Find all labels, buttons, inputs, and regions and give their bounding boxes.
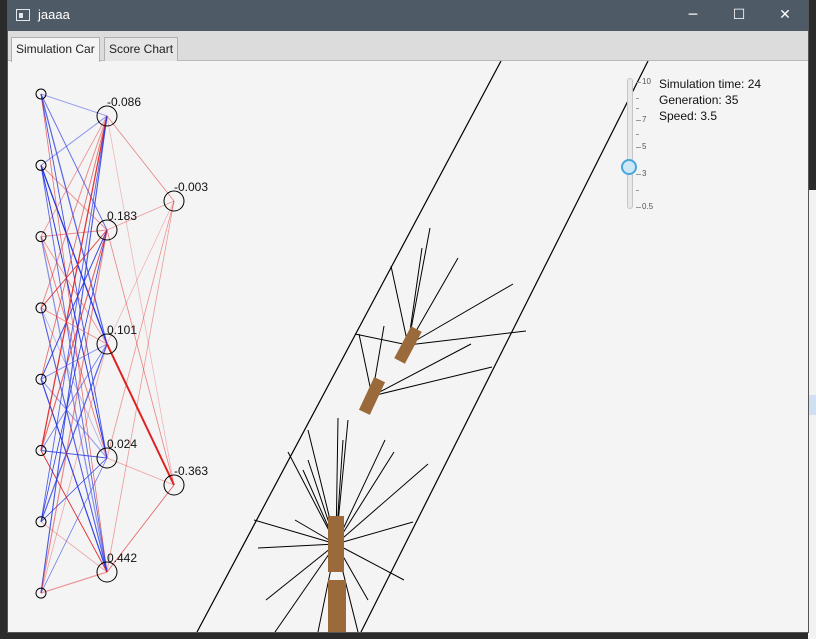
background-window-highlight bbox=[808, 395, 816, 415]
slider-tick bbox=[636, 190, 639, 191]
tab-simulation-car[interactable]: Simulation Car bbox=[11, 37, 100, 62]
simulation-time-text: Simulation time: 24 bbox=[659, 77, 762, 91]
car-sensors bbox=[253, 227, 527, 632]
window-title: jaaaa bbox=[38, 7, 70, 22]
slider-tick bbox=[636, 98, 639, 99]
network-connection bbox=[106, 115, 175, 202]
tab-score-chart[interactable]: Score Chart bbox=[104, 37, 179, 61]
network-connection bbox=[40, 379, 108, 573]
sensor-ray bbox=[335, 463, 429, 545]
slider-tick-label: 7 bbox=[642, 115, 647, 124]
speed-slider-track[interactable] bbox=[627, 78, 633, 209]
network-connection bbox=[40, 521, 108, 573]
car bbox=[328, 580, 346, 632]
slider-tick bbox=[636, 120, 641, 121]
hidden-node-value: 0.183 bbox=[107, 209, 137, 223]
slider-tick bbox=[636, 207, 641, 208]
sensor-ray bbox=[371, 366, 493, 397]
slider-tick bbox=[636, 147, 641, 148]
car bbox=[358, 377, 386, 415]
slider-tick-label: 10 bbox=[642, 77, 651, 86]
speed-text: Speed: 3.5 bbox=[659, 109, 718, 123]
car bbox=[394, 326, 422, 364]
app-icon bbox=[16, 9, 30, 21]
hidden-node-value: -0.086 bbox=[107, 95, 141, 109]
hidden-node-value: 0.101 bbox=[107, 323, 137, 337]
sensor-ray bbox=[257, 543, 337, 549]
speed-slider-thumb[interactable] bbox=[621, 159, 637, 175]
maximize-button[interactable]: ☐ bbox=[716, 0, 762, 31]
slider-tick bbox=[636, 108, 639, 109]
slider-tick-label: 0.5 bbox=[642, 202, 654, 211]
sensor-ray bbox=[371, 343, 472, 397]
app-window: jaaaa ─ ☐ ✕ Simulation Car Score Chart -… bbox=[8, 0, 808, 632]
tab-bar: Simulation Car Score Chart bbox=[8, 31, 808, 62]
maximize-icon: ☐ bbox=[732, 7, 746, 23]
sensor-ray bbox=[407, 283, 514, 346]
desktop-background bbox=[0, 0, 8, 639]
sensor-ray bbox=[265, 543, 337, 601]
title-bar[interactable]: jaaaa ─ ☐ ✕ bbox=[8, 0, 808, 31]
output-node-value: -0.003 bbox=[174, 180, 208, 194]
slider-tick-label: 3 bbox=[642, 169, 647, 178]
slider-tick bbox=[636, 174, 641, 175]
minimize-icon: ─ bbox=[688, 7, 698, 23]
network-connections bbox=[40, 93, 175, 594]
generation-text: Generation: 35 bbox=[659, 93, 739, 107]
close-button[interactable]: ✕ bbox=[762, 0, 808, 31]
minimize-button[interactable]: ─ bbox=[670, 0, 716, 31]
close-icon: ✕ bbox=[779, 7, 791, 23]
track-left-edge bbox=[196, 61, 502, 632]
network-connection bbox=[40, 115, 108, 309]
network-connection bbox=[106, 343, 175, 486]
simulation-info: Simulation time: 24 Generation: 35 Speed… bbox=[659, 76, 761, 124]
car bbox=[328, 516, 344, 572]
hidden-node-value: 0.442 bbox=[107, 551, 137, 565]
network-connection bbox=[40, 115, 108, 166]
slider-tick-label: 5 bbox=[642, 142, 647, 151]
network-connection bbox=[106, 115, 175, 486]
sensor-ray bbox=[390, 265, 409, 346]
output-node-value: -0.363 bbox=[174, 464, 208, 478]
network-connection bbox=[106, 200, 175, 573]
slider-tick bbox=[636, 82, 641, 83]
slider-tick bbox=[636, 134, 639, 135]
hidden-node-value: 0.024 bbox=[107, 437, 137, 451]
sensor-ray bbox=[253, 519, 337, 545]
simulation-canvas: -0.086 0.183 0.101 0.024 0.442 -0.003 -0.363 bbox=[35, 61, 649, 632]
